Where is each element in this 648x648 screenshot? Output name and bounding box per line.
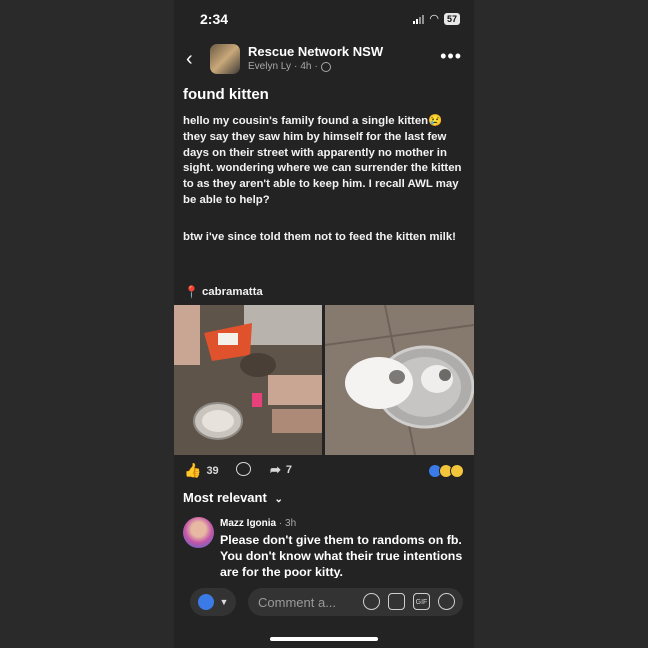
gif-icon[interactable]: GIF: [413, 593, 430, 610]
post-title: found kitten: [183, 86, 269, 103]
profile-reaction-icon: [197, 594, 214, 610]
comment-time: · 3h: [278, 518, 297, 529]
share-count: 7: [285, 464, 293, 476]
share-button[interactable]: ➦ 7: [270, 462, 292, 478]
share-icon: ➦: [270, 462, 281, 477]
author-name[interactable]: Evelyn Ly: [248, 61, 291, 72]
meta-separator: ·: [314, 61, 318, 72]
emoji-icon[interactable]: [438, 593, 455, 610]
status-time: 2:34: [200, 11, 229, 27]
page-avatar[interactable]: [210, 44, 240, 74]
home-indicator[interactable]: [270, 637, 378, 641]
comment-composer-bar: ▼ Comment a... GIF: [174, 578, 474, 648]
phone-screen: 2:34 ◠ 57 ‹ Rescue Network NSW Evelyn Ly…: [174, 0, 474, 648]
like-count: 39: [206, 464, 219, 477]
sort-label: Most relevant: [183, 490, 267, 505]
reaction-bar: 👍 39 ➦ 7: [174, 458, 474, 482]
battery-indicator: 57: [443, 12, 460, 25]
comment-input[interactable]: Comment a... GIF: [248, 588, 463, 616]
meta-separator: ·: [293, 61, 298, 72]
comment-button[interactable]: [236, 462, 251, 476]
post-time[interactable]: 4h: [300, 61, 311, 72]
signal-icon: [413, 14, 425, 24]
wifi-icon: ◠: [429, 13, 439, 25]
back-icon[interactable]: ‹: [186, 49, 193, 69]
like-button[interactable]: 👍 39: [184, 462, 219, 479]
location-label: cabramatta: [201, 286, 263, 298]
kitten-photo-2-art: [325, 305, 474, 455]
sad-reaction-icon: [450, 464, 464, 478]
reaction-summary[interactable]: [428, 464, 464, 478]
post-paragraph-1: hello my cousin's family found a single …: [183, 115, 462, 206]
camera-icon[interactable]: [388, 593, 405, 610]
comment-header: Mazz Igonia · 3h: [220, 518, 296, 529]
post-meta: Evelyn Ly · 4h ·: [248, 61, 331, 72]
caret-down-icon: ▼: [219, 597, 229, 607]
post-paragraph-2: btw i've since told them not to feed the…: [183, 231, 456, 243]
post-header: ‹ Rescue Network NSW Evelyn Ly · 4h · ••…: [174, 42, 474, 76]
status-icons: ◠ 57: [413, 12, 460, 25]
comment-placeholder: Comment a...: [258, 595, 337, 610]
avatar-sticker-icon[interactable]: [363, 593, 380, 610]
status-bar: 2:34 ◠ 57: [174, 0, 474, 36]
thumbs-up-icon: 👍: [184, 462, 202, 478]
location-tag[interactable]: 📍 cabramatta: [184, 285, 263, 299]
comment-text: Please don't give them to randoms on fb.…: [220, 533, 463, 580]
pin-icon: 📍: [184, 285, 199, 299]
page-name[interactable]: Rescue Network NSW: [248, 44, 383, 59]
commenter-name[interactable]: Mazz Igonia: [220, 518, 276, 529]
comment-sort-dropdown[interactable]: Most relevant ⌄: [183, 490, 283, 505]
composer-icons: GIF: [363, 593, 455, 610]
commenter-avatar[interactable]: [183, 517, 214, 548]
post-photo-1[interactable]: [174, 305, 322, 455]
comment-icon: [236, 462, 251, 476]
more-options-icon[interactable]: •••: [440, 46, 462, 67]
globe-icon: [320, 61, 331, 72]
reaction-selector[interactable]: ▼: [190, 588, 236, 616]
chevron-down-icon: ⌄: [274, 494, 283, 505]
kitten-photo-1-art: [174, 305, 322, 455]
post-photo-2[interactable]: [325, 305, 474, 455]
